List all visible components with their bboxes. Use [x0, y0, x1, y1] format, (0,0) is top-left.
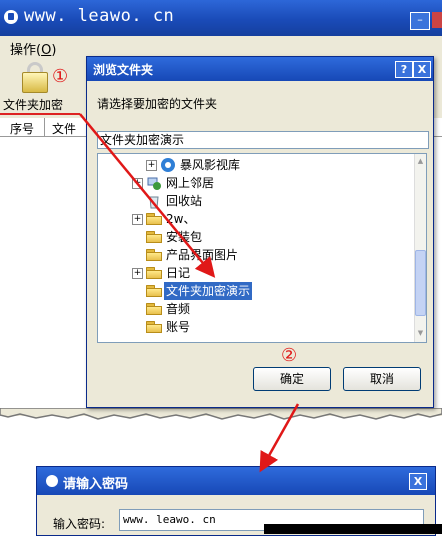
password-dialog-title-bar: 请输入密码 X [37, 467, 435, 495]
menu-operation-suffix: ) [51, 43, 57, 58]
password-label: 输入密码: [53, 517, 106, 531]
network-icon [147, 177, 161, 190]
tree-item-label: 音频 [166, 302, 191, 316]
tree-scrollbar[interactable]: ▲ ▼ [414, 154, 426, 342]
tree-item-label: 文件夹加密演示 [164, 282, 253, 300]
tree-item-label: 网上邻居 [166, 176, 215, 190]
dialog-close-button[interactable]: X [413, 61, 431, 78]
encrypt-folder-button-label[interactable]: 文件夹加密 [3, 96, 63, 113]
selected-folder-field[interactable]: 文件夹加密演示 [97, 131, 429, 149]
lock-body [22, 72, 48, 93]
folder-icon [146, 231, 162, 243]
scroll-down-arrow-icon[interactable]: ▼ [415, 328, 426, 339]
scroll-up-arrow-icon[interactable]: ▲ [415, 156, 426, 167]
browse-dialog-prompt: 请选择要加密的文件夹 [97, 97, 218, 111]
encrypt-folder-lock-icon[interactable] [22, 62, 48, 93]
tree-item-label: 回收站 [166, 194, 203, 208]
lock-icon [46, 475, 58, 487]
folder-tree[interactable]: + 暴风影视库 + 网上邻居 回收站 + 2w、 安装包 产品界面图片 + 日记… [97, 153, 427, 343]
menu-operation[interactable]: 操作(O) [10, 39, 56, 58]
main-window-title: www. leawo. cn [24, 6, 175, 26]
cancel-button[interactable]: 取消 [343, 367, 421, 391]
browse-dialog-title-bar: 浏览文件夹 ? X [87, 57, 433, 81]
expand-toggle[interactable]: + [132, 214, 143, 225]
folder-icon [146, 285, 162, 297]
folder-icon [146, 249, 162, 261]
folder-icon [146, 213, 162, 225]
torn-edge-divider [0, 408, 442, 420]
browse-folder-dialog: 浏览文件夹 ? X 请选择要加密的文件夹 文件夹加密演示 + 暴风影视库 + 网… [86, 56, 434, 408]
tree-item-label: 暴风影视库 [180, 158, 241, 172]
scrollbar-thumb[interactable] [415, 250, 426, 316]
browse-dialog-title: 浏览文件夹 [93, 63, 154, 77]
main-title-bar: www. leawo. cn – [0, 0, 442, 36]
tree-item-label: 账号 [166, 320, 191, 334]
tree-item-label: 日记 [166, 266, 191, 280]
folder-icon [146, 321, 162, 333]
media-library-icon [161, 158, 175, 172]
menu-operation-label: 操作( [10, 43, 42, 58]
column-separator[interactable] [44, 118, 45, 136]
minimize-button[interactable]: – [410, 12, 430, 30]
menu-operation-mnemonic: O [41, 43, 52, 58]
password-dialog-close-button[interactable]: X [409, 473, 427, 490]
close-button-partial[interactable] [432, 12, 442, 28]
column-header-file[interactable]: 文件 [52, 120, 76, 137]
recycle-bin-icon [149, 196, 159, 209]
column-header-index[interactable]: 序号 [10, 120, 34, 137]
tree-item-label: 2w、 [166, 212, 196, 226]
expand-toggle[interactable]: + [146, 160, 157, 171]
app-lock-icon [4, 10, 18, 24]
annotation-underline [0, 113, 80, 115]
folder-icon [146, 303, 162, 315]
ok-button[interactable]: 确定 [253, 367, 331, 391]
step-1-marker: ① [52, 66, 69, 87]
help-button[interactable]: ? [395, 61, 413, 78]
folder-icon [146, 267, 162, 279]
step-2-marker: ② [281, 345, 298, 366]
expand-toggle[interactable]: + [132, 268, 143, 279]
expand-toggle[interactable]: + [132, 178, 143, 189]
tree-item-label: 产品界面图片 [166, 248, 239, 262]
tree-item-label: 安装包 [166, 230, 203, 244]
cropped-edge-bar [264, 524, 442, 534]
password-dialog-title: 请输入密码 [63, 477, 129, 492]
